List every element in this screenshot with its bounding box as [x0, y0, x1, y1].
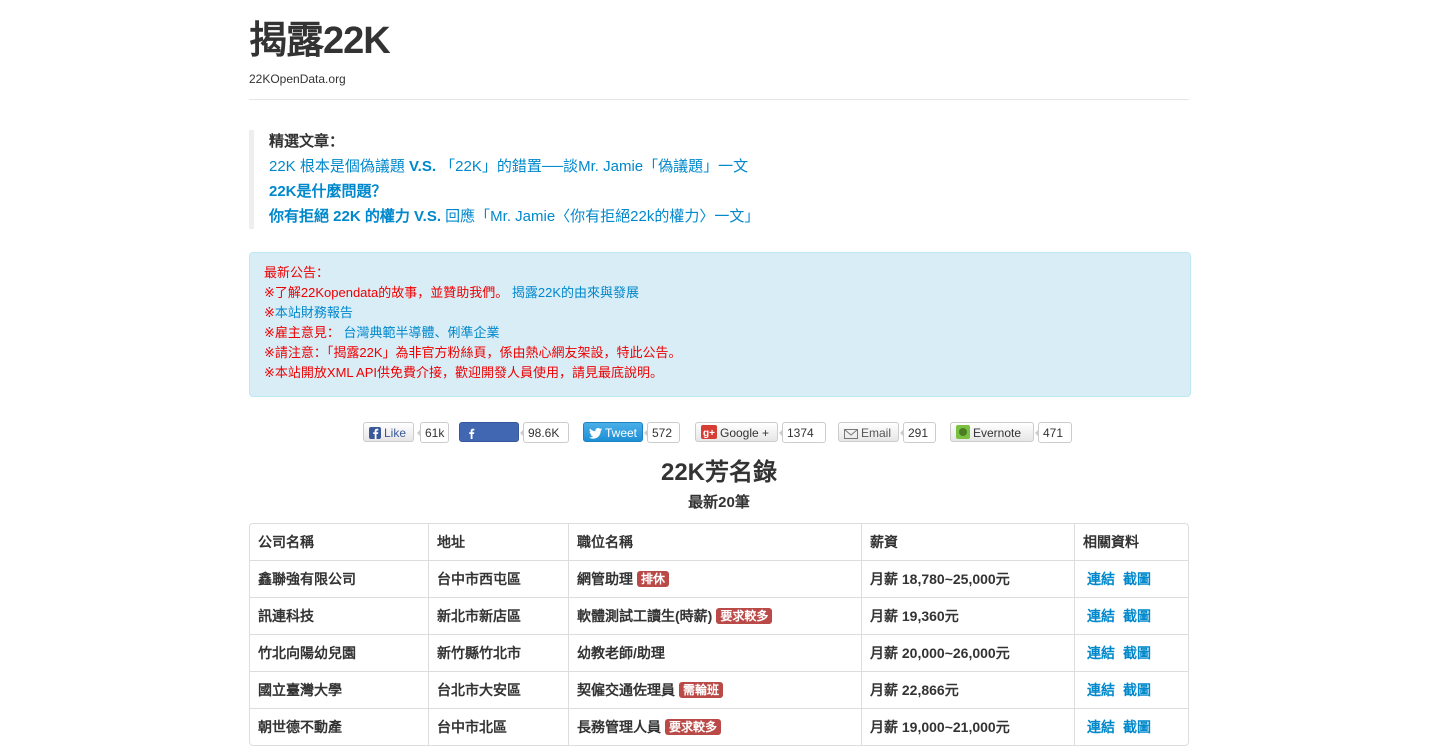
- finance-report-link[interactable]: 本站財務報告: [275, 305, 353, 320]
- table-row: 國立臺灣大學 台北市大安區 契僱交通佐理員 需輪班 月薪 22,866元 連結 截圖: [250, 671, 1188, 708]
- related-links: 連結 截圖: [1074, 708, 1188, 745]
- col-related: 相關資料: [1074, 524, 1188, 560]
- company-name: 鑫聯強有限公司: [250, 560, 428, 597]
- featured-link-2[interactable]: 22K是什麼問題？: [269, 179, 1199, 204]
- position: 長務管理人員 要求較多: [568, 708, 861, 745]
- google-plus-icon: g+: [701, 425, 717, 445]
- social-share-bar: Like 61k Share 98.6K Tweet 572 g+ Google …: [249, 421, 1189, 462]
- col-salary: 薪資: [861, 524, 1074, 560]
- related-links: 連結 截圖: [1074, 634, 1188, 671]
- table-header-row: 公司名稱 地址 職位名稱 薪資 相關資料: [250, 524, 1188, 560]
- salary: 月薪 20,000~26,000元: [861, 634, 1074, 671]
- section-title: 22K芳名錄: [660, 459, 778, 486]
- header-divider: [249, 99, 1189, 100]
- notice-line-4: ※請注意：「揭露22K」為非官方粉絲頁，係由熱心網友架設，特此公告。: [264, 345, 682, 360]
- email-button[interactable]: Email: [838, 422, 899, 442]
- notice-line-5: ※本站開放XML API供免費介接，歡迎開發人員使用，請見最底說明。: [264, 365, 663, 380]
- envelope-icon: [844, 425, 858, 445]
- company-name: 訊連科技: [250, 597, 428, 634]
- tweet-count: 572: [644, 422, 680, 443]
- table-row: 訊連科技 新北市新店區 軟體測試工讀生(時薪) 要求較多 月薪 19,360元 連…: [250, 597, 1188, 634]
- address: 台中市北區: [428, 708, 568, 745]
- position: 幼教老師/助理: [568, 634, 861, 671]
- related-links: 連結 截圖: [1074, 597, 1188, 634]
- notice-line-2: ※本站財務報告: [264, 305, 353, 320]
- address: 台中市西屯區: [428, 560, 568, 597]
- featured-heading: 精選文章：: [269, 133, 345, 150]
- address: 新北市新店區: [428, 597, 568, 634]
- facebook-icon: [465, 425, 477, 445]
- col-address: 地址: [428, 524, 568, 560]
- story-link[interactable]: 揭露22K的由來與發展: [512, 285, 639, 300]
- tag-badge: 排休: [637, 571, 670, 587]
- evernote-elephant-icon: [956, 425, 970, 445]
- google-plus-count: 1374: [779, 422, 826, 443]
- table-row: 朝世德不動產 台中市北區 長務管理人員 要求較多 月薪 19,000~21,000…: [250, 708, 1188, 745]
- related-links: 連結 截圖: [1074, 560, 1188, 597]
- table-row: 竹北向陽幼兒園 新竹縣竹北市 幼教老師/助理 月薪 20,000~26,000元…: [250, 634, 1188, 671]
- tweet-button[interactable]: Tweet: [583, 422, 643, 442]
- source-link[interactable]: 連結: [1087, 682, 1115, 698]
- employer-opinion-link[interactable]: 台灣典範半導體、俐準企業: [344, 325, 500, 340]
- email-count: 291: [900, 422, 936, 443]
- featured-link-1[interactable]: 22K 根本是個偽議題 V.S. 「22K」的錯置──談Mr. Jamie「偽議…: [269, 154, 1199, 179]
- screenshot-link[interactable]: 截圖: [1123, 719, 1151, 735]
- source-link[interactable]: 連結: [1087, 571, 1115, 587]
- salary: 月薪 19,360元: [861, 597, 1074, 634]
- position: 軟體測試工讀生(時薪) 要求較多: [568, 597, 861, 634]
- tag-badge: 需輪班: [679, 682, 724, 698]
- evernote-button[interactable]: Evernote: [950, 422, 1034, 442]
- company-name: 竹北向陽幼兒園: [250, 634, 428, 671]
- facebook-share-button[interactable]: Share: [459, 422, 519, 462]
- table-row: 鑫聯強有限公司 台中市西屯區 網管助理 排休 月薪 18,780~25,000元 …: [250, 560, 1188, 597]
- col-position: 職位名稱: [568, 524, 861, 560]
- site-title: 揭露22K: [249, 20, 391, 62]
- like-count: 61k: [417, 422, 449, 443]
- related-links: 連結 截圖: [1074, 671, 1188, 708]
- salary: 月薪 22,866元: [861, 671, 1074, 708]
- announcement-box: 最新公告： ※了解22Kopendata的故事，並贊助我們。 揭露22K的由來與…: [249, 252, 1191, 397]
- notice-heading: 最新公告：: [264, 265, 330, 280]
- tag-badge: 要求較多: [716, 608, 773, 624]
- section-subtitle: 最新20筆: [688, 494, 750, 511]
- screenshot-link[interactable]: 截圖: [1123, 608, 1151, 624]
- screenshot-link[interactable]: 截圖: [1123, 682, 1151, 698]
- twitter-bird-icon: [589, 425, 602, 445]
- col-company: 公司名稱: [258, 534, 314, 550]
- company-name: 朝世德不動產: [250, 708, 428, 745]
- position: 契僱交通佐理員 需輪班: [568, 671, 861, 708]
- share-count: 98.6K: [520, 422, 569, 443]
- featured-articles: 精選文章： 22K 根本是個偽議題 V.S. 「22K」的錯置──談Mr. Ja…: [249, 130, 1199, 229]
- salary: 月薪 18,780~25,000元: [861, 560, 1074, 597]
- screenshot-link[interactable]: 截圖: [1123, 645, 1151, 661]
- salary-table: 公司名稱 地址 職位名稱 薪資 相關資料 鑫聯強有限公司 台中市西屯區 網管助理…: [249, 523, 1189, 746]
- notice-line-1: ※了解22Kopendata的故事，並贊助我們。 揭露22K的由來與發展: [264, 285, 639, 300]
- source-link[interactable]: 連結: [1087, 645, 1115, 661]
- notice-line-3: ※雇主意見： 台灣典範半導體、俐準企業: [264, 325, 500, 340]
- source-link[interactable]: 連結: [1087, 719, 1115, 735]
- facebook-icon: [369, 425, 381, 445]
- evernote-count: 471: [1035, 422, 1072, 443]
- source-link[interactable]: 連結: [1087, 608, 1115, 624]
- google-plus-button[interactable]: g+ Google +: [695, 422, 778, 442]
- screenshot-link[interactable]: 截圖: [1123, 571, 1151, 587]
- featured-link-3[interactable]: 你有拒絕 22K 的權力 V.S. 回應「Mr. Jamie〈你有拒絕22k的權…: [269, 204, 1199, 229]
- salary: 月薪 19,000~21,000元: [861, 708, 1074, 745]
- svg-text:g+: g+: [703, 428, 715, 439]
- position: 網管助理 排休: [568, 560, 861, 597]
- address: 新竹縣竹北市: [428, 634, 568, 671]
- address: 台北市大安區: [428, 671, 568, 708]
- tag-badge: 要求較多: [665, 719, 722, 735]
- site-subtitle: 22KOpenData.org: [249, 72, 346, 86]
- company-name: 國立臺灣大學: [250, 671, 428, 708]
- facebook-like-button[interactable]: Like: [363, 422, 414, 442]
